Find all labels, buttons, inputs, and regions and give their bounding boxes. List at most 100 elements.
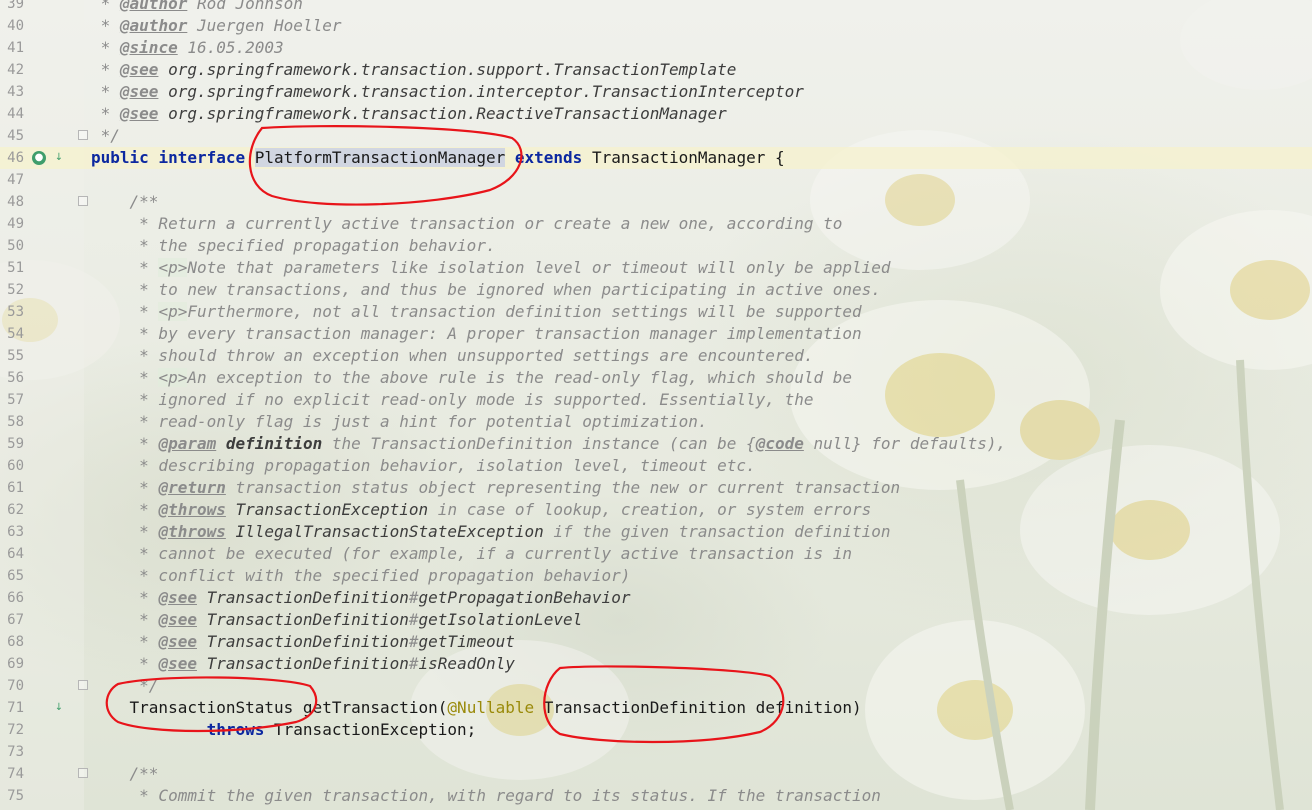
line-number[interactable]: 73 bbox=[0, 741, 24, 763]
code-line[interactable]: 64 * cannot be executed (for example, if… bbox=[0, 543, 1312, 565]
code-text[interactable]: * read-only flag is just a hint for pote… bbox=[91, 411, 707, 433]
line-number[interactable]: 60 bbox=[0, 455, 24, 477]
code-text[interactable]: /** bbox=[91, 763, 159, 785]
line-number[interactable]: 47 bbox=[0, 169, 24, 191]
code-text[interactable]: * @since 16.05.2003 bbox=[91, 37, 284, 59]
code-line[interactable]: 75 * Commit the given transaction, with … bbox=[0, 785, 1312, 807]
fold-marker-icon[interactable] bbox=[78, 680, 88, 690]
line-number[interactable]: 45 bbox=[0, 125, 24, 147]
code-line[interactable]: 40 * @author Juergen Hoeller bbox=[0, 15, 1312, 37]
code-text[interactable]: * @throws TransactionException in case o… bbox=[91, 499, 871, 521]
line-number[interactable]: 43 bbox=[0, 81, 24, 103]
code-line[interactable]: 72 throws TransactionException; bbox=[0, 719, 1312, 741]
code-line[interactable]: 51 * <p>Note that parameters like isolat… bbox=[0, 257, 1312, 279]
code-line[interactable]: 69 * @see TransactionDefinition#isReadOn… bbox=[0, 653, 1312, 675]
code-text[interactable]: /** bbox=[91, 191, 159, 213]
line-number[interactable]: 49 bbox=[0, 213, 24, 235]
line-number[interactable]: 63 bbox=[0, 521, 24, 543]
implementations-icon[interactable]: ● bbox=[32, 151, 46, 165]
line-number[interactable]: 70 bbox=[0, 675, 24, 697]
code-line[interactable]: 45 */ bbox=[0, 125, 1312, 147]
code-line[interactable]: 66 * @see TransactionDefinition#getPropa… bbox=[0, 587, 1312, 609]
fold-marker-icon[interactable] bbox=[78, 768, 88, 778]
code-text[interactable]: public interface PlatformTransactionMana… bbox=[91, 147, 785, 169]
line-number[interactable]: 71 bbox=[0, 697, 24, 719]
code-line[interactable]: 70 */ bbox=[0, 675, 1312, 697]
code-line[interactable]: 42 * @see org.springframework.transactio… bbox=[0, 59, 1312, 81]
code-text[interactable]: * @author Rod Johnson bbox=[91, 0, 303, 15]
code-text[interactable]: */ bbox=[91, 125, 120, 147]
code-line[interactable]: 47 bbox=[0, 169, 1312, 191]
code-line[interactable]: 67 * @see TransactionDefinition#getIsola… bbox=[0, 609, 1312, 631]
code-line[interactable]: 65 * conflict with the specified propaga… bbox=[0, 565, 1312, 587]
fold-marker-icon[interactable] bbox=[78, 130, 88, 140]
line-number[interactable]: 56 bbox=[0, 367, 24, 389]
code-line[interactable]: 53 * <p>Furthermore, not all transaction… bbox=[0, 301, 1312, 323]
line-number[interactable]: 59 bbox=[0, 433, 24, 455]
code-text[interactable]: * ignored if no explicit read-only mode … bbox=[91, 389, 813, 411]
code-text[interactable]: * @param definition the TransactionDefin… bbox=[91, 433, 1006, 455]
code-text[interactable]: * @see TransactionDefinition#getIsolatio… bbox=[91, 609, 582, 631]
code-text[interactable]: * @return transaction status object repr… bbox=[91, 477, 900, 499]
line-number[interactable]: 68 bbox=[0, 631, 24, 653]
line-number[interactable]: 67 bbox=[0, 609, 24, 631]
code-line[interactable]: 44 * @see org.springframework.transactio… bbox=[0, 103, 1312, 125]
code-text[interactable]: */ bbox=[91, 675, 158, 697]
code-text[interactable]: throws TransactionException; bbox=[91, 719, 477, 741]
code-line[interactable]: 49 * Return a currently active transacti… bbox=[0, 213, 1312, 235]
code-text[interactable]: * cannot be executed (for example, if a … bbox=[91, 543, 852, 565]
line-number[interactable]: 65 bbox=[0, 565, 24, 587]
code-text[interactable]: * @see org.springframework.transaction.i… bbox=[91, 81, 804, 103]
line-number[interactable]: 66 bbox=[0, 587, 24, 609]
code-line[interactable]: 56 * <p>An exception to the above rule i… bbox=[0, 367, 1312, 389]
line-number[interactable]: 54 bbox=[0, 323, 24, 345]
code-text[interactable]: * by every transaction manager: A proper… bbox=[91, 323, 861, 345]
line-number[interactable]: 61 bbox=[0, 477, 24, 499]
line-number[interactable]: 69 bbox=[0, 653, 24, 675]
code-text[interactable]: * describing propagation behavior, isola… bbox=[91, 455, 756, 477]
line-number[interactable]: 62 bbox=[0, 499, 24, 521]
code-line[interactable]: 73 bbox=[0, 741, 1312, 763]
code-text[interactable]: * @throws IllegalTransactionStateExcepti… bbox=[91, 521, 890, 543]
code-line[interactable]: 50 * the specified propagation behavior. bbox=[0, 235, 1312, 257]
line-number[interactable]: 64 bbox=[0, 543, 24, 565]
code-text[interactable]: * conflict with the specified propagatio… bbox=[91, 565, 630, 587]
code-text[interactable]: * <p>Note that parameters like isolation… bbox=[91, 257, 891, 279]
code-line[interactable]: 54 * by every transaction manager: A pro… bbox=[0, 323, 1312, 345]
code-text[interactable]: * @see org.springframework.transaction.s… bbox=[91, 59, 737, 81]
line-number[interactable]: 51 bbox=[0, 257, 24, 279]
code-text[interactable]: * Return a currently active transaction … bbox=[91, 213, 842, 235]
code-line[interactable]: 71 TransactionStatus getTransaction(@Nul… bbox=[0, 697, 1312, 719]
line-number[interactable]: 58 bbox=[0, 411, 24, 433]
code-line[interactable]: 43 * @see org.springframework.transactio… bbox=[0, 81, 1312, 103]
code-line[interactable]: 52 * to new transactions, and thus be ig… bbox=[0, 279, 1312, 301]
code-editor[interactable]: 39 * @author Rod Johnson 40 * @author Jue… bbox=[0, 0, 1312, 810]
line-number[interactable]: 55 bbox=[0, 345, 24, 367]
line-number[interactable]: 72 bbox=[0, 719, 24, 741]
code-line[interactable]: 46 public interface PlatformTransactionMa… bbox=[0, 147, 1312, 169]
line-number[interactable]: 52 bbox=[0, 279, 24, 301]
code-line[interactable]: 63 * @throws IllegalTransactionStateExce… bbox=[0, 521, 1312, 543]
line-number[interactable]: 40 bbox=[0, 15, 24, 37]
code-line[interactable]: 48 /** bbox=[0, 191, 1312, 213]
line-number[interactable]: 39 bbox=[0, 0, 24, 15]
code-text[interactable]: * <p>Furthermore, not all transaction de… bbox=[91, 301, 862, 323]
fold-marker-icon[interactable] bbox=[78, 196, 88, 206]
code-line[interactable]: 68 * @see TransactionDefinition#getTimeo… bbox=[0, 631, 1312, 653]
code-text[interactable]: * to new transactions, and thus be ignor… bbox=[91, 279, 881, 301]
code-text[interactable]: * the specified propagation behavior. bbox=[91, 235, 495, 257]
line-number[interactable]: 44 bbox=[0, 103, 24, 125]
code-text[interactable]: * @see TransactionDefinition#isReadOnly bbox=[91, 653, 515, 675]
line-number[interactable]: 57 bbox=[0, 389, 24, 411]
line-number[interactable]: 41 bbox=[0, 37, 24, 59]
line-number[interactable]: 74 bbox=[0, 763, 24, 785]
line-number[interactable]: 53 bbox=[0, 301, 24, 323]
line-number[interactable]: 42 bbox=[0, 59, 24, 81]
code-text[interactable]: * <p>An exception to the above rule is t… bbox=[91, 367, 852, 389]
line-number[interactable]: 75 bbox=[0, 785, 24, 807]
code-line[interactable]: 39 * @author Rod Johnson bbox=[0, 0, 1312, 15]
code-text[interactable]: * should throw an exception when unsuppo… bbox=[91, 345, 813, 367]
code-line[interactable]: 62 * @throws TransactionException in cas… bbox=[0, 499, 1312, 521]
code-line[interactable]: 57 * ignored if no explicit read-only mo… bbox=[0, 389, 1312, 411]
code-line[interactable]: 61 * @return transaction status object r… bbox=[0, 477, 1312, 499]
